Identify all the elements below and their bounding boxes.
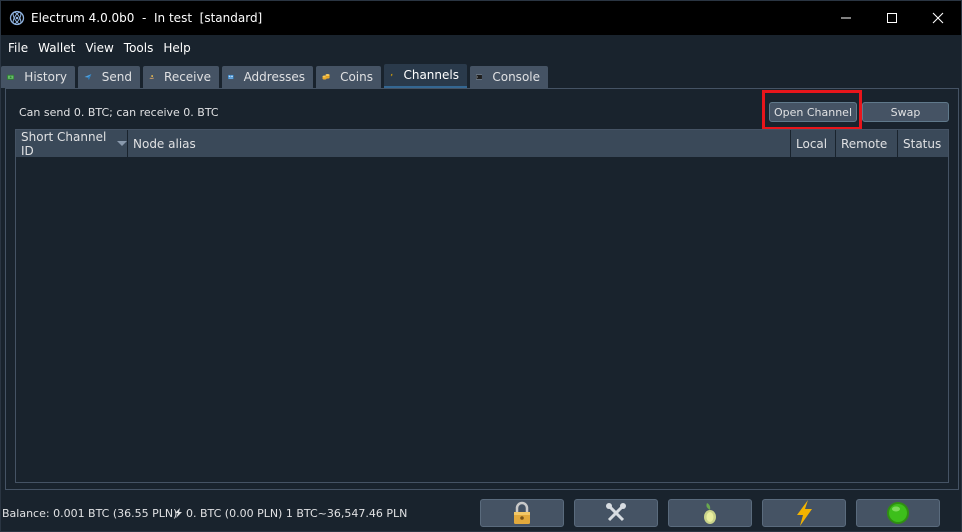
receive-icon — [149, 75, 154, 79]
title-bar[interactable]: Electrum 4.0.0b0 - In test [standard] — [1, 1, 961, 35]
lock-icon — [514, 501, 530, 524]
menu-view[interactable]: View — [82, 41, 116, 55]
send-icon — [84, 74, 92, 80]
sort-down-icon — [117, 141, 127, 146]
coins-icon — [322, 73, 330, 80]
preferences-button[interactable] — [574, 499, 658, 527]
network-status-icon — [887, 502, 909, 524]
tab-send[interactable]: Send — [78, 66, 140, 88]
history-icon — [7, 74, 15, 80]
console-icon — [476, 74, 483, 80]
menu-file[interactable]: File — [5, 41, 31, 55]
tab-addresses[interactable]: Addresses — [222, 66, 313, 88]
tab-bar: History Send Receive Addresses Coins Cha… — [1, 64, 551, 88]
tab-history-label: History — [24, 70, 67, 84]
network-status-button[interactable] — [856, 499, 940, 527]
menu-tools[interactable]: Tools — [121, 41, 157, 55]
minimize-button[interactable] — [823, 1, 869, 35]
menu-wallet[interactable]: Wallet — [35, 41, 78, 55]
menu-bar: File Wallet View Tools Help — [1, 35, 961, 61]
open-channel-button[interactable]: Open Channel — [769, 102, 857, 122]
balance-text: Balance: 0.001 BTC (36.55 PLN) — [2, 507, 178, 520]
window-controls — [823, 1, 961, 35]
tab-console[interactable]: Console — [470, 66, 548, 88]
tab-history[interactable]: History — [1, 66, 75, 88]
close-button[interactable] — [915, 1, 961, 35]
minimize-icon — [841, 17, 851, 19]
tab-addresses-label: Addresses — [243, 70, 305, 84]
tools-icon — [606, 503, 626, 522]
channels-table[interactable]: Short Channel ID Node alias Local Remote… — [15, 129, 949, 483]
lightning-icon — [390, 73, 393, 77]
tab-receive-label: Receive — [164, 70, 211, 84]
column-remote[interactable]: Remote — [836, 130, 898, 157]
menu-help[interactable]: Help — [160, 41, 193, 55]
lock-button[interactable] — [480, 499, 564, 527]
tab-coins[interactable]: Coins — [316, 66, 381, 88]
tab-console-label: Console — [492, 70, 540, 84]
column-label: Local — [796, 136, 828, 151]
tab-channels[interactable]: Channels — [384, 64, 467, 88]
tab-channels-label: Channels — [403, 68, 459, 82]
channels-panel: Can send 0. BTC; can receive 0. BTC Open… — [5, 88, 959, 490]
lightning-balance-text: 0. BTC (0.00 PLN) 1 BTC~36,547.46 PLN — [186, 507, 408, 520]
window-title: Electrum 4.0.0b0 - In test [standard] — [31, 11, 263, 25]
column-label: Node alias — [133, 136, 196, 151]
seed-icon — [704, 503, 716, 524]
maximize-button[interactable] — [869, 1, 915, 35]
addresses-icon — [228, 74, 234, 80]
column-label: Remote — [841, 136, 888, 151]
column-node-alias[interactable]: Node alias — [128, 130, 791, 157]
tab-receive[interactable]: Receive — [143, 66, 219, 88]
capacity-text: Can send 0. BTC; can receive 0. BTC — [19, 106, 219, 119]
seed-button[interactable] — [668, 499, 752, 527]
lightning-small-icon — [175, 508, 182, 518]
close-icon — [932, 12, 944, 24]
maximize-icon — [887, 13, 897, 23]
electrum-window: Electrum 4.0.0b0 - In test [standard] Fi… — [0, 0, 962, 532]
column-short-channel-id[interactable]: Short Channel ID — [16, 129, 128, 158]
lightning-icon — [797, 500, 812, 526]
column-label: Short Channel ID — [21, 129, 107, 158]
column-status[interactable]: Status — [898, 130, 948, 157]
tab-coins-label: Coins — [340, 70, 373, 84]
lightning-network-button[interactable] — [762, 499, 846, 527]
status-bar: Balance: 0.001 BTC (36.55 PLN) 0. BTC (0… — [1, 494, 961, 531]
tab-send-label: Send — [101, 70, 132, 84]
table-header: Short Channel ID Node alias Local Remote… — [16, 129, 948, 158]
column-label: Status — [903, 136, 942, 151]
column-local[interactable]: Local — [791, 130, 836, 157]
electrum-logo-icon — [9, 10, 25, 26]
swap-button[interactable]: Swap — [862, 102, 949, 122]
